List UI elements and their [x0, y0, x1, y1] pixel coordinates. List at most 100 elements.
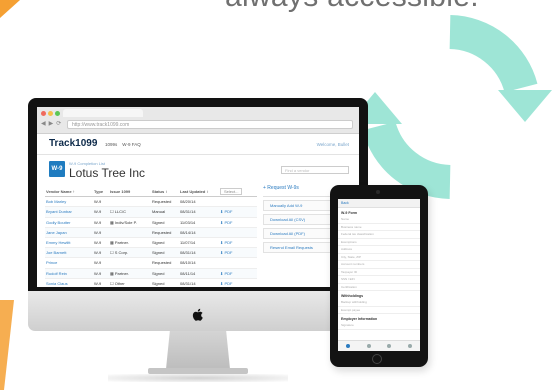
- browser-window: ◀▶⟳ http://www.track1099.com Track1099 1…: [37, 107, 359, 287]
- ipad-form-field[interactable]: Backup withholding: [338, 299, 420, 307]
- nav-link-1099s[interactable]: 1099s: [105, 142, 117, 147]
- browser-tab[interactable]: [63, 109, 143, 117]
- vendor-name-link[interactable]: Joe Barnett: [45, 250, 94, 255]
- vendor-table: Vendor Name ↑ Type Issue 1099 Status ↕ L…: [45, 187, 257, 287]
- col-vendor-name[interactable]: Vendor Name ↑: [45, 189, 94, 194]
- ipad-form-field[interactable]: Exempt payee: [338, 307, 420, 314]
- ipad-device: Back W-9 Form Name Business name Federal ta…: [330, 185, 428, 367]
- ipad-form-field[interactable]: Business name: [338, 224, 420, 231]
- vendor-name-link[interactable]: Bob Marley: [45, 199, 94, 204]
- type-cell: W-9: [94, 260, 102, 266]
- col-last-updated[interactable]: Last Updated ↕: [180, 189, 220, 194]
- pdf-download-link[interactable]: ⬇ PDF: [220, 220, 256, 225]
- ipad-tab-icon[interactable]: [366, 344, 371, 348]
- ipad-form-field[interactable]: Certification: [338, 284, 420, 291]
- last-updated-cell: 11/07/14: [180, 240, 196, 246]
- minimize-dot[interactable]: [48, 111, 53, 116]
- issue-1099-cell: ☐ LLC/C: [110, 209, 127, 215]
- type-cell: W-9: [94, 209, 102, 215]
- vendor-name-link[interactable]: Jane Japan: [45, 230, 94, 235]
- ipad-section-title: Withholdings: [341, 294, 364, 298]
- table-row[interactable]: Joe Barnett W-9 ☐ S Corp. Signed 08/31/14 ⬇ P…: [45, 248, 257, 259]
- vendor-search-input[interactable]: Find a vendor: [281, 166, 349, 174]
- status-cell: Requested: [152, 199, 172, 205]
- imac-stand: [166, 331, 230, 369]
- ipad-form-field[interactable]: Account numbers: [338, 261, 420, 269]
- ipad-form-field[interactable]: Taxpayer ID: [338, 269, 420, 276]
- table-row[interactable]: Sonia Claus W-9 ☐ Other Signed 08/31/14 ⬇ PDF: [45, 279, 257, 287]
- ipad-back-link[interactable]: Back: [338, 199, 420, 208]
- ipad-tab-icon[interactable]: [407, 344, 412, 348]
- company-name: Lotus Tree Inc: [69, 166, 146, 180]
- type-cell: W-9: [94, 199, 102, 205]
- pdf-download-link[interactable]: ⬇ PDF: [220, 271, 256, 276]
- table-row[interactable]: Rudolf Rein W-9 ▦ Partner. Signed 08/11/14 ⬇ …: [45, 268, 257, 279]
- table-row[interactable]: Prince W-9 Requested 08/10/14: [45, 258, 257, 269]
- col-status[interactable]: Status ↕: [152, 189, 180, 194]
- pdf-download-link[interactable]: ⬇ PDF: [220, 240, 256, 245]
- table-row[interactable]: Bob Marley W-9 Requested 08/20/14: [45, 197, 257, 208]
- vendor-name-link[interactable]: Godly Boutter: [45, 220, 94, 225]
- issue-1099-cell: ▦ Indiv/Sole P.: [110, 219, 137, 225]
- ipad-tab-bar: [338, 340, 420, 351]
- vendor-name-link[interactable]: Bryant Dunbar: [45, 209, 94, 214]
- pdf-download-link[interactable]: ⬇ PDF: [220, 209, 256, 214]
- type-cell: W-9: [94, 219, 102, 225]
- pdf-download-link[interactable]: ⬇ PDF: [220, 281, 256, 286]
- status-cell: Signed: [152, 270, 165, 276]
- imac-shadow: [108, 374, 288, 382]
- ipad-form-field[interactable]: Federal tax classification: [338, 231, 420, 239]
- maximize-dot[interactable]: [55, 111, 60, 116]
- ipad-form-field[interactable]: Name: [338, 216, 420, 224]
- orange-edge-accent: [0, 300, 14, 390]
- ipad-section-title: Employer Information: [341, 317, 378, 321]
- ipad-form-field[interactable]: City, State, ZIP: [338, 254, 420, 261]
- nav-link-w9-faq[interactable]: W-9 FAQ: [122, 142, 140, 147]
- ipad-form-field[interactable]: SSN / EIN: [338, 276, 420, 284]
- ipad-section-title: W-9 Form: [341, 211, 358, 215]
- last-updated-cell: 08/20/14: [180, 199, 196, 205]
- col-issue-1099: Issue 1099: [110, 189, 131, 195]
- status-cell: Requested: [152, 229, 172, 235]
- issue-1099-cell: ▦ Partner.: [110, 270, 129, 276]
- table-row[interactable]: Godly Boutter W-9 ▦ Indiv/Sole P. Signed 11/…: [45, 218, 257, 228]
- ipad-tab-icon[interactable]: [346, 344, 351, 348]
- app-logo[interactable]: Track1099: [49, 138, 97, 149]
- ipad-form-field[interactable]: Exemptions: [338, 239, 420, 246]
- imac-bezel: ◀▶⟳ http://www.track1099.com Track1099 1…: [28, 98, 368, 291]
- nav-arrows-icon[interactable]: ◀▶⟳: [41, 120, 64, 127]
- ipad-form-field[interactable]: Signature: [338, 322, 420, 330]
- issue-1099-cell: ☐ S Corp.: [110, 250, 129, 256]
- col-select: Select...: [220, 188, 256, 196]
- vendor-name-link[interactable]: Rudolf Rein: [45, 271, 94, 276]
- last-updated-cell: 08/10/14: [180, 260, 196, 266]
- table-row[interactable]: Bryant Dunbar W-9 ☐ LLC/C Manual 08/31/14 ⬇ P…: [45, 207, 257, 218]
- imac-device: ◀▶⟳ http://www.track1099.com Track1099 1…: [28, 98, 368, 382]
- ipad-tab-icon[interactable]: [387, 344, 392, 348]
- w9-badge: W-9: [49, 161, 65, 177]
- last-updated-cell: 08/14/14: [180, 229, 196, 235]
- select-dropdown[interactable]: Select...: [220, 188, 243, 196]
- last-updated-cell: 08/31/14: [180, 280, 196, 286]
- col-type: Type: [94, 189, 104, 195]
- vendor-name-link[interactable]: Prince: [45, 260, 94, 265]
- type-cell: W-9: [94, 280, 102, 286]
- pdf-download-link[interactable]: ⬇ PDF: [220, 250, 256, 255]
- last-updated-cell: 08/31/14: [180, 250, 196, 256]
- status-cell: Signed: [152, 280, 165, 286]
- ipad-camera: [376, 190, 380, 194]
- url-bar[interactable]: http://www.track1099.com: [67, 120, 353, 129]
- table-row[interactable]: Emmy Hewlitt W-9 ▦ Partner. Signed 11/07/14 ⬇…: [45, 238, 257, 249]
- browser-chrome: ◀▶⟳ http://www.track1099.com: [37, 107, 359, 134]
- ipad-form-field[interactable]: Address: [338, 246, 420, 254]
- ipad-screen: Back W-9 Form Name Business name Federal ta…: [338, 199, 420, 351]
- last-updated-cell: 08/11/14: [180, 270, 196, 276]
- type-cell: W-9: [94, 270, 102, 276]
- ipad-home-button[interactable]: [372, 354, 382, 364]
- type-cell: W-9: [94, 250, 102, 256]
- vendor-name-link[interactable]: Sonia Claus: [45, 281, 94, 286]
- vendor-name-link[interactable]: Emmy Hewlitt: [45, 240, 94, 245]
- close-dot[interactable]: [41, 111, 46, 116]
- table-row[interactable]: Jane Japan W-9 Requested 08/14/14: [45, 227, 257, 238]
- welcome-user-link[interactable]: Welcome, Bullet: [317, 142, 349, 147]
